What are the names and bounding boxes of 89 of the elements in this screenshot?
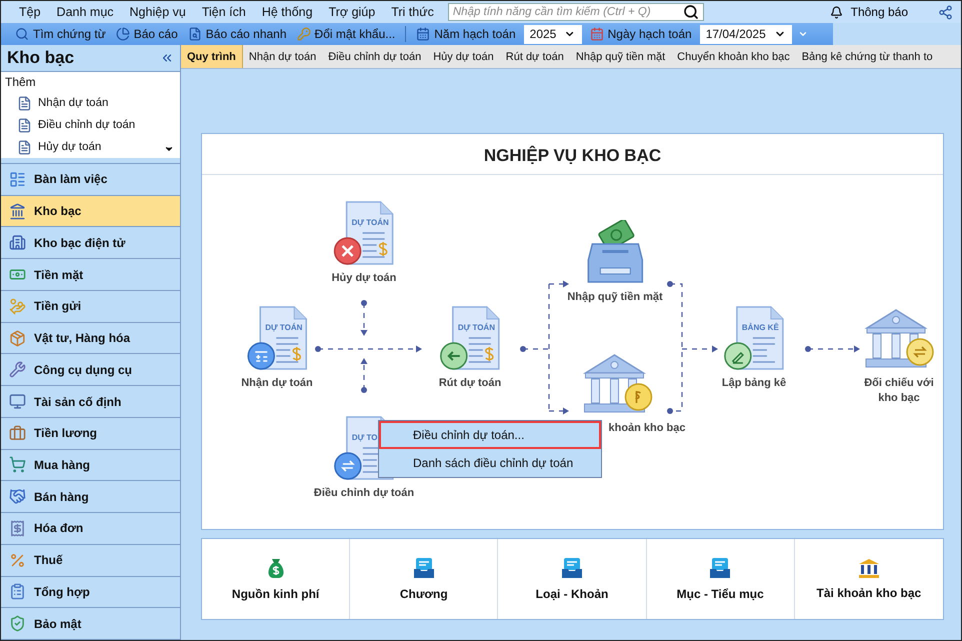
tab[interactable]: Quy trình [181, 45, 243, 68]
toolbar-button[interactable]: Tìm chứng từ [13, 27, 108, 41]
menu-item[interactable]: Nghiệp vụ [122, 5, 194, 19]
shortcut-button[interactable]: Loại - Khoản [498, 539, 647, 619]
inbox-tray-icon [412, 557, 435, 579]
package-icon [9, 330, 26, 347]
toolbar-button[interactable]: Đổi mật khẩu... [294, 27, 398, 41]
search-field[interactable]: Nhập tính năng cần tìm kiếm (Ctrl + Q) [448, 3, 704, 21]
nav-item[interactable]: Kho bạc [1, 196, 180, 228]
overflow-icon[interactable] [798, 29, 808, 39]
menu-item[interactable]: Tệp [11, 5, 49, 19]
scroll-down-icon[interactable] [164, 144, 174, 154]
context-menu-item[interactable]: Điều chỉnh dự toán... [379, 421, 601, 449]
toolbar-button[interactable]: Báo cáo nhanh [186, 27, 289, 41]
document-heading: DỰ TOÁN [458, 323, 496, 332]
search-icon [15, 27, 29, 41]
connector-arrow [360, 358, 368, 393]
shortcut-button[interactable]: Nguồn kinh phí [202, 539, 350, 619]
tab[interactable]: Nhập quỹ tiền mặt [570, 45, 672, 68]
shield-icon [9, 615, 26, 632]
document-heading: BẢNG KÊ [742, 323, 779, 332]
step-label: Nhận dự toán [241, 376, 313, 391]
bank-icon [858, 558, 880, 578]
calendar-icon [416, 27, 430, 41]
step-label: Đối chiếu với kho bạc [863, 376, 935, 406]
building-icon [9, 234, 26, 252]
report-search-icon [188, 27, 202, 41]
step-label: khoản kho bạc [608, 421, 686, 436]
shortcut-button[interactable]: Chương [350, 539, 498, 619]
document-icon [17, 140, 32, 154]
diagram-title: NGHIỆP VỤ KHO BẠC [482, 146, 662, 166]
tab[interactable]: Hủy dự toán [427, 45, 500, 68]
shortcut-link[interactable]: Hủy dự toán [1, 136, 180, 158]
tab[interactable]: Rút dự toán [500, 45, 570, 68]
money-bag-icon [266, 557, 286, 579]
monitor-icon [9, 393, 26, 410]
document-icon [17, 96, 32, 110]
connector-arrow [360, 300, 368, 336]
toolbar-label: Ngày hạch toán [588, 27, 694, 41]
shortcut-link[interactable]: Điều chỉnh dự toán [1, 114, 180, 136]
panel-title: Thêm [4, 74, 37, 91]
inbox-tray-icon [709, 557, 732, 579]
tab[interactable]: Nhận dự toán [242, 45, 322, 68]
shortcut-link[interactable]: Nhận dự toán [1, 92, 180, 114]
receipt-icon [9, 520, 26, 537]
connector-arrow [805, 346, 860, 352]
shortcut-button[interactable]: Mục - Tiểu mục [646, 539, 795, 619]
coin-hand-icon [9, 298, 26, 315]
menu-item[interactable]: Trợ giúp [320, 5, 384, 19]
step-label: Điều chỉnh dự toán [314, 486, 414, 501]
tab[interactable]: Điều chỉnh dự toán [322, 45, 428, 68]
menu-item[interactable]: Tri thức [383, 5, 442, 19]
step-label: Rút dự toán [438, 376, 502, 391]
year-dropdown[interactable]: 2025 [524, 24, 582, 44]
menu-item[interactable]: Hệ thống [254, 5, 321, 19]
tab[interactable]: Chuyển khoản kho bạc [671, 45, 796, 68]
nav-item[interactable]: Mua hàng [1, 450, 180, 482]
toolbar-button[interactable]: Báo cáo [114, 27, 180, 41]
briefcase-icon [9, 424, 26, 442]
report-icon [116, 27, 130, 41]
clipboard-icon [9, 583, 26, 600]
bell-icon [830, 6, 843, 18]
document-heading: DỰ TO [352, 433, 378, 442]
shortcut-button[interactable]: Tài khoản kho bạc [794, 539, 943, 619]
wrench-icon [9, 361, 26, 378]
bank-icon [9, 202, 26, 220]
step-label: Lập bảng kê [722, 376, 786, 391]
nav-item[interactable]: Tổng hợp [1, 576, 180, 608]
step-label: Nhập quỹ tiền mặt [567, 290, 663, 305]
sidebar-title: Kho bạc [7, 48, 74, 68]
nav-item[interactable]: Vật tư, Hàng hóa [1, 322, 180, 354]
menu-item[interactable]: Danh mục [48, 5, 122, 19]
inbox-tray-icon [560, 557, 583, 579]
calendar-icon [590, 27, 604, 41]
document-heading: DỰ TOÁN [265, 323, 302, 332]
cart-icon [9, 456, 26, 474]
step-label: Hủy dự toán [332, 271, 396, 286]
search-icon[interactable] [682, 4, 699, 20]
key-icon [296, 27, 311, 41]
document-icon [17, 118, 32, 132]
list-icon [9, 170, 26, 188]
date-dropdown[interactable]: 17/04/2025 [700, 24, 792, 44]
toolbar-label: Năm hạch toán [414, 27, 518, 41]
tab[interactable]: Bảng kê chứng từ thanh to [796, 45, 939, 68]
notification-button[interactable]: Thông báo [824, 5, 914, 19]
document-heading: DỰ TOÁN [352, 218, 390, 227]
menu-item[interactable]: Tiện ích [194, 5, 254, 19]
percent-icon [9, 552, 26, 569]
share-icon[interactable] [938, 4, 953, 20]
